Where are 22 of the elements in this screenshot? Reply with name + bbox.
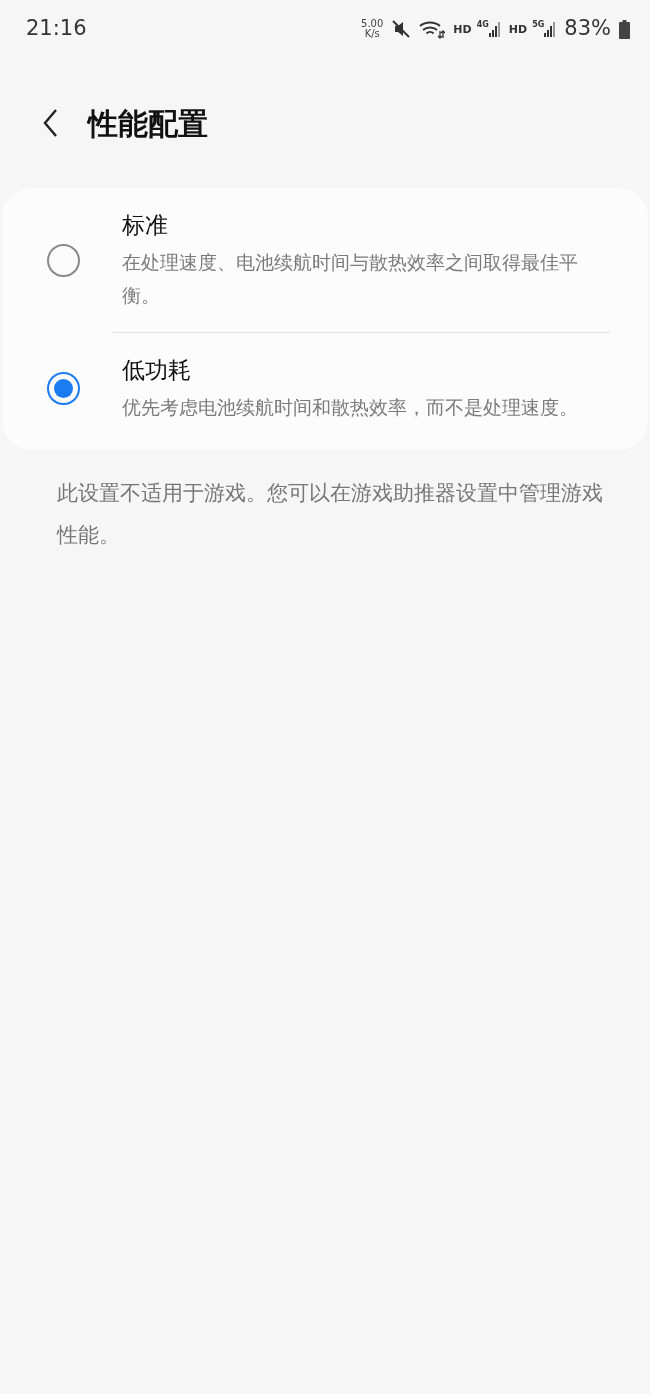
network-type-label: 5G (532, 21, 545, 29)
hd-label: HD (453, 23, 472, 35)
wifi-icon (419, 19, 446, 39)
option-title: 标准 (122, 211, 169, 240)
battery-percentage: 83% (564, 15, 611, 43)
status-time: 21:16 (26, 15, 87, 43)
option-description: 在处理速度、电池续航时间与散热效率之间取得最佳平衡。 (122, 250, 579, 308)
network-speed-unit: K/s (364, 29, 380, 39)
radio-button[interactable] (47, 372, 80, 405)
signal-icon (544, 21, 557, 37)
radio-button[interactable] (47, 243, 80, 277)
signal-icon (488, 21, 501, 37)
battery-icon (619, 19, 630, 39)
note-text: 此设置不适用于游戏。您可以在游戏助推器设置中管理游戏性能。 (57, 480, 604, 549)
network-type-label: 4G (476, 21, 489, 29)
page-title: 性能配置 (88, 104, 208, 143)
option-row[interactable]: 低功耗 优先考虑电池续航时间和散热效率，而不是处理速度。 (2, 333, 648, 444)
option-title: 低功耗 (122, 356, 192, 385)
network-speed-value: 5.00 (361, 19, 384, 29)
option-row[interactable]: 标准 在处理速度、电池续航时间与散热效率之间取得最佳平衡。 (2, 188, 648, 332)
hd-label: HD (508, 23, 528, 35)
option-description: 优先考虑电池续航时间和散热效率，而不是处理速度。 (122, 395, 579, 420)
